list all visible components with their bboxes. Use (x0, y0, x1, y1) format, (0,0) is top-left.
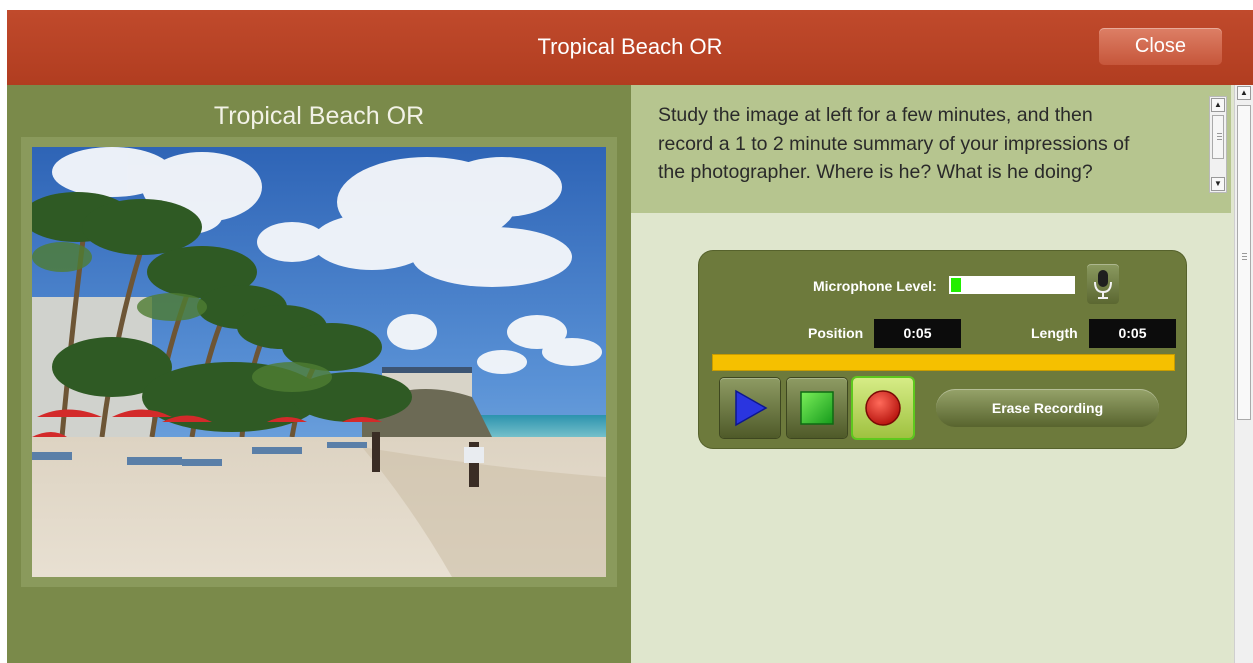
instructions-text: Study the image at left for a few minute… (658, 101, 1208, 187)
instructions-box: Study the image at left for a few minute… (631, 85, 1231, 213)
length-label: Length (1031, 325, 1078, 341)
window-title: Tropical Beach OR (537, 34, 723, 59)
instructions-scrollbar[interactable]: ▲ ▼ (1209, 96, 1227, 193)
beach-photo (32, 147, 606, 577)
record-icon (865, 390, 901, 426)
instructions-line: the photographer. Where is he? What is h… (658, 161, 1093, 183)
audio-recorder: Microphone Level: Position 0:05 Length 0… (699, 251, 1186, 448)
length-value: 0:05 (1089, 319, 1176, 348)
instructions-line: Study the image at left for a few minute… (658, 104, 1093, 126)
position-value: 0:05 (874, 319, 961, 348)
playback-progress-bar[interactable] (712, 354, 1175, 371)
recording-dialog: Tropical Beach OR Close Tropical Beach O… (7, 10, 1253, 663)
play-button[interactable] (720, 378, 780, 438)
scroll-up-icon[interactable]: ▲ (1237, 86, 1251, 100)
close-button[interactable]: Close (1099, 28, 1222, 65)
stop-button[interactable] (787, 378, 847, 438)
stop-icon (800, 391, 834, 425)
microphone-level-meter (949, 276, 1075, 294)
play-icon (735, 389, 768, 427)
instructions-line: record a 1 to 2 minute summary of your i… (658, 132, 1130, 155)
image-panel: Tropical Beach OR (7, 85, 631, 663)
microphone-level-fill (951, 278, 961, 292)
microphone-level-label: Microphone Level: (813, 278, 937, 294)
record-button[interactable] (853, 378, 913, 438)
response-panel: Study the image at left for a few minute… (631, 85, 1231, 663)
microphone-button[interactable] (1087, 264, 1119, 304)
scroll-thumb[interactable] (1237, 105, 1251, 420)
microphone-icon (1094, 270, 1112, 299)
scroll-up-icon[interactable]: ▲ (1211, 98, 1225, 112)
title-bar: Tropical Beach OR Close (7, 10, 1253, 85)
scroll-thumb[interactable] (1212, 115, 1224, 159)
page-scrollbar[interactable]: ▲ (1234, 85, 1253, 663)
erase-recording-button[interactable]: Erase Recording (936, 389, 1159, 427)
position-label: Position (808, 325, 864, 341)
image-title: Tropical Beach OR (213, 102, 425, 130)
photo-frame (21, 137, 617, 587)
scroll-down-icon[interactable]: ▼ (1211, 177, 1225, 191)
